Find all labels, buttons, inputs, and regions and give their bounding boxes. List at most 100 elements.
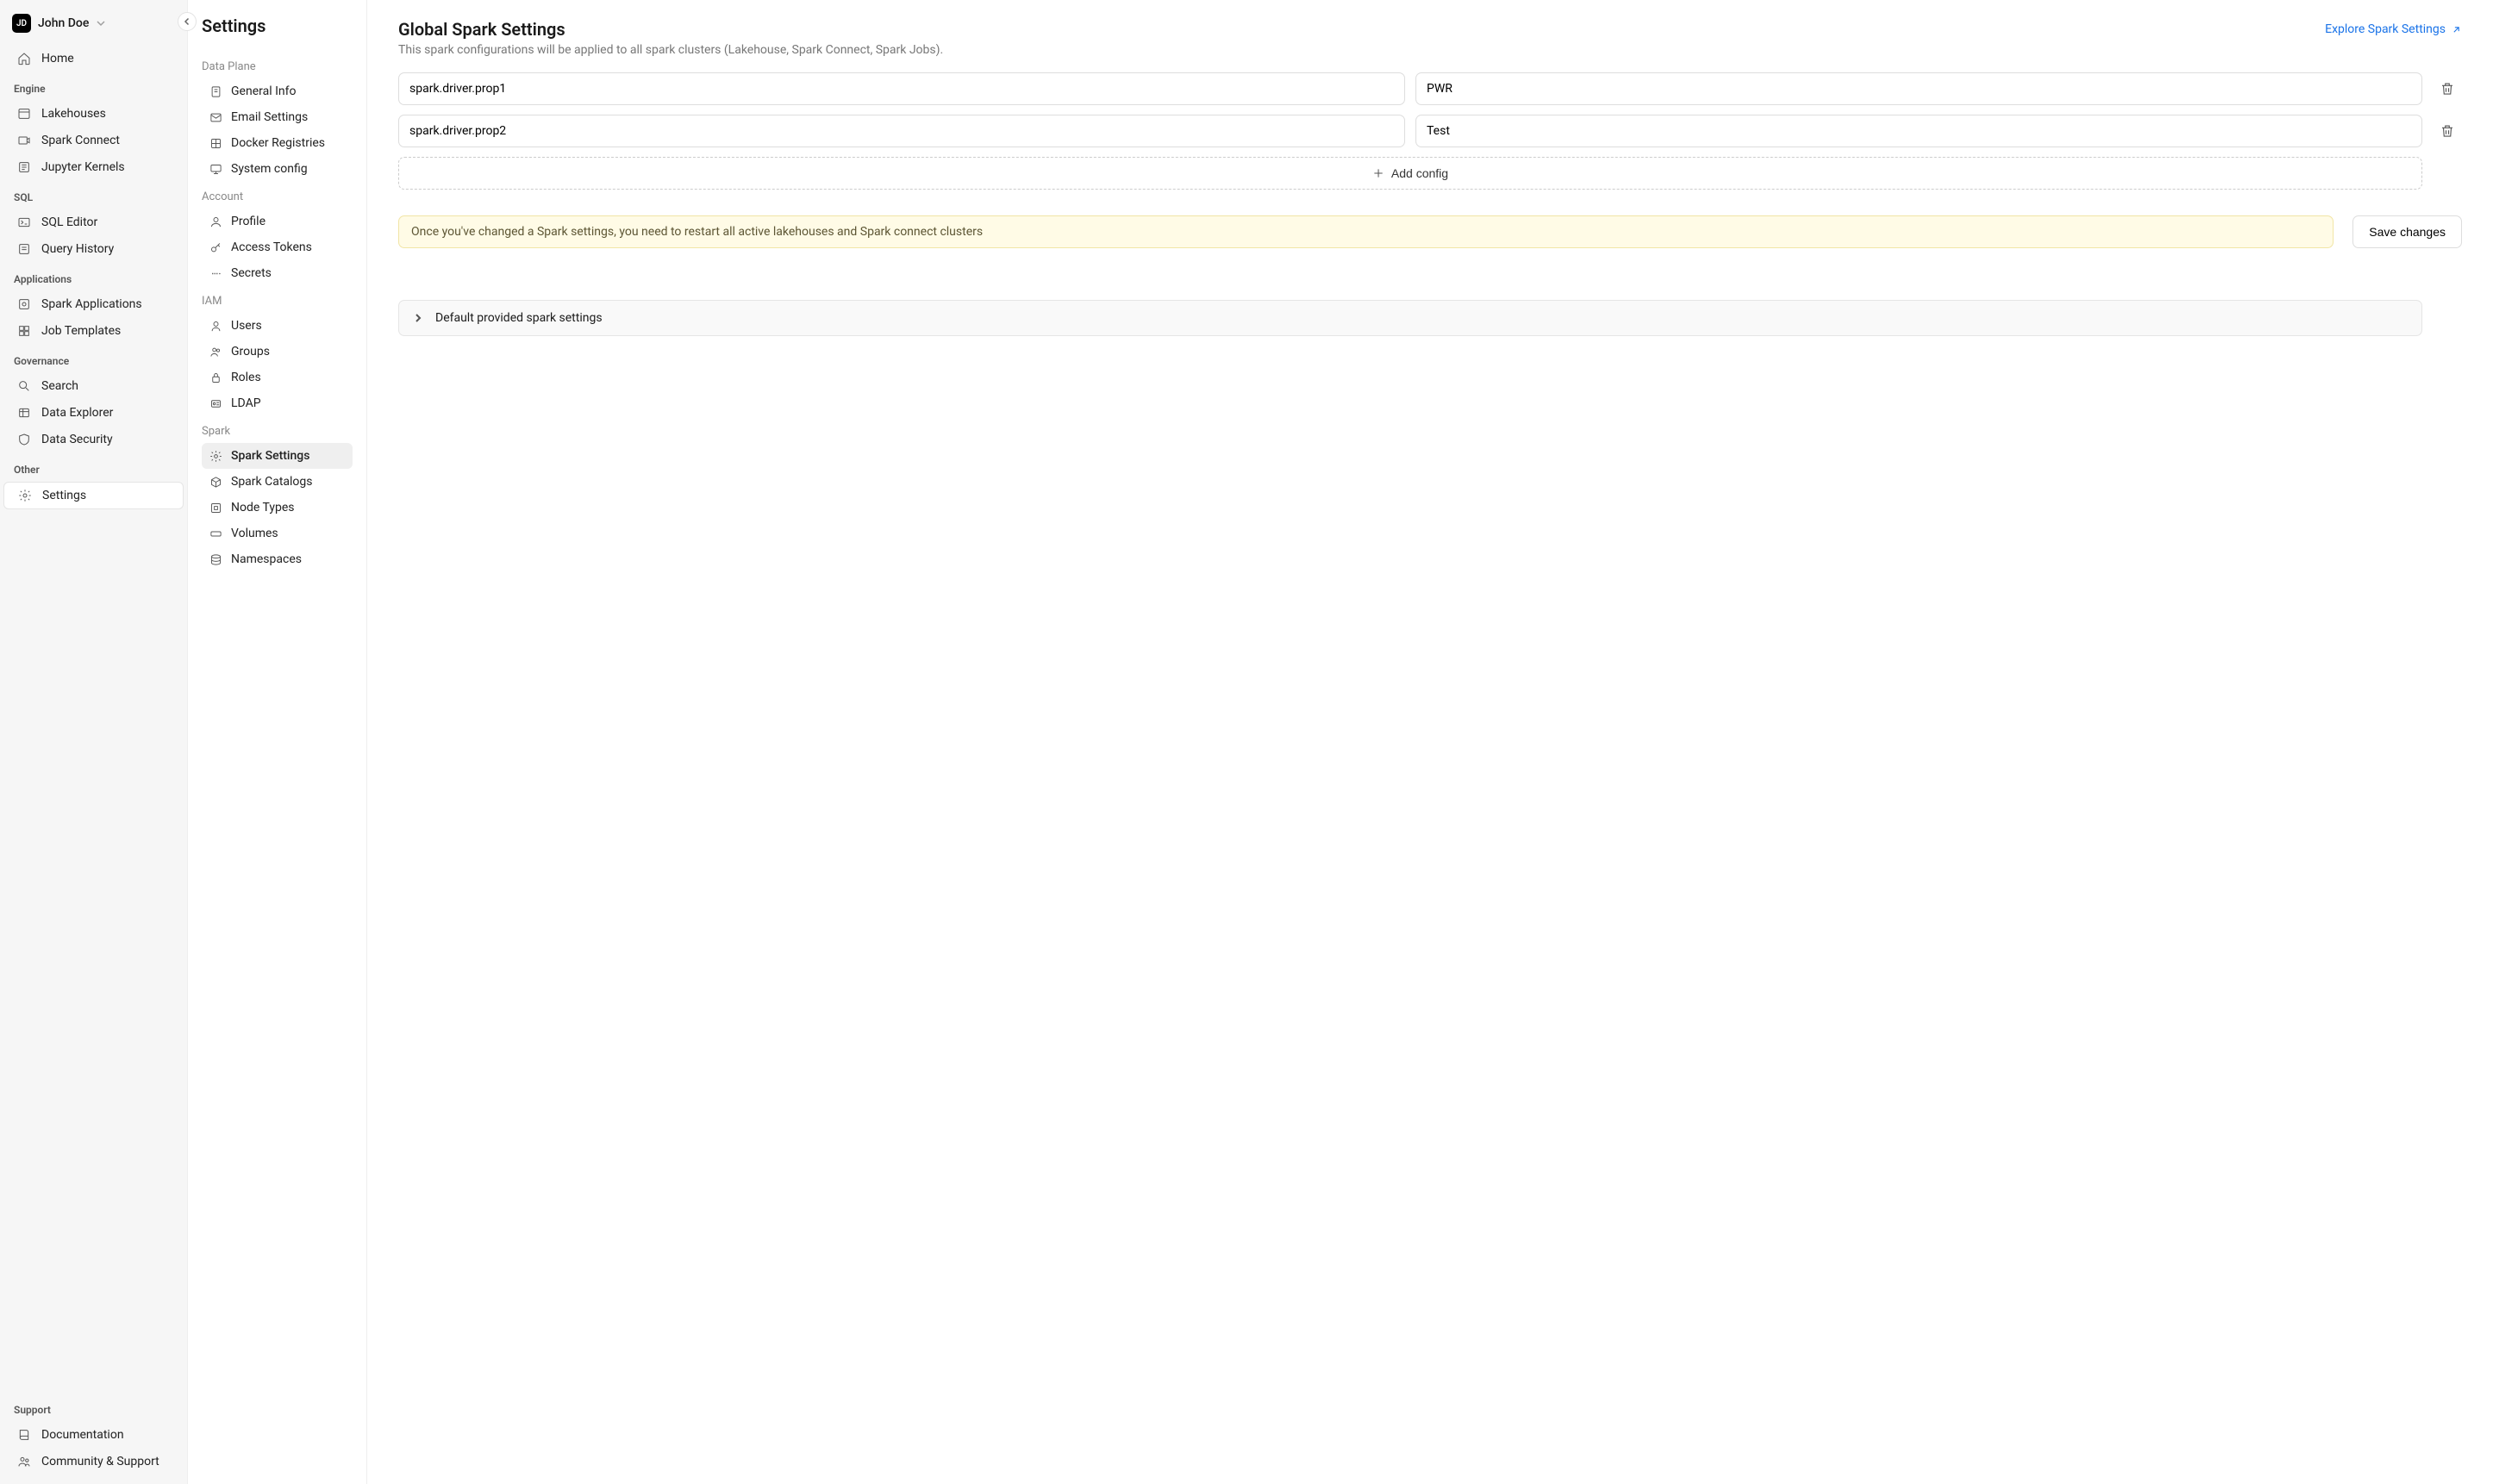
settings-item-label: Groups — [231, 345, 270, 359]
add-config-button[interactable]: Add config — [398, 157, 2422, 190]
templates-icon — [17, 324, 31, 338]
settings-access-tokens[interactable]: Access Tokens — [202, 234, 353, 260]
namespace-icon — [209, 552, 222, 566]
profile-icon — [209, 215, 222, 228]
settings-group-spark: Spark — [202, 416, 353, 443]
nav-section-engine: Engine — [0, 72, 187, 100]
settings-sidebar: Settings Data Plane General Info Email S… — [188, 0, 367, 1484]
settings-general-info[interactable]: General Info — [202, 78, 353, 104]
delete-config-button[interactable] — [2433, 74, 2462, 103]
nav-label: Home — [41, 52, 74, 65]
book-icon — [17, 1428, 31, 1442]
delete-config-button[interactable] — [2433, 116, 2462, 146]
nav-section-applications: Applications — [0, 263, 187, 290]
settings-roles[interactable]: Roles — [202, 365, 353, 390]
chevron-right-icon — [413, 313, 423, 323]
chevron-left-icon — [183, 17, 191, 26]
settings-item-label: Users — [231, 319, 262, 333]
settings-system-config[interactable]: System config — [202, 156, 353, 182]
nav-home[interactable]: Home — [3, 46, 184, 72]
nav-community[interactable]: Community & Support — [3, 1449, 184, 1475]
settings-item-label: Docker Registries — [231, 136, 325, 150]
trash-icon — [2440, 81, 2455, 97]
settings-node-types[interactable]: Node Types — [202, 495, 353, 521]
lakehouse-icon — [17, 107, 31, 121]
user-avatar: JD — [12, 14, 31, 33]
default-spark-settings-expandable[interactable]: Default provided spark settings — [398, 300, 2422, 336]
settings-ldap[interactable]: LDAP — [202, 390, 353, 416]
nav-search[interactable]: Search — [3, 373, 184, 399]
nav-label: Settings — [42, 489, 86, 502]
catalog-icon — [209, 475, 222, 489]
nav-sql-editor[interactable]: SQL Editor — [3, 209, 184, 235]
config-value-input[interactable] — [1415, 115, 2422, 147]
spark-connect-icon — [17, 134, 31, 147]
settings-spark-catalogs[interactable]: Spark Catalogs — [202, 469, 353, 495]
gear-icon — [209, 449, 222, 463]
nav-spark-connect[interactable]: Spark Connect — [3, 128, 184, 153]
nav-label: Lakehouses — [41, 107, 106, 121]
settings-email[interactable]: Email Settings — [202, 104, 353, 130]
shield-icon — [17, 433, 31, 446]
explore-link-label: Explore Spark Settings — [2325, 22, 2446, 36]
nav-documentation[interactable]: Documentation — [3, 1422, 184, 1448]
plus-icon — [1372, 167, 1384, 179]
home-icon — [17, 52, 31, 65]
user-icon — [209, 319, 222, 333]
settings-groups[interactable]: Groups — [202, 339, 353, 365]
settings-title: Settings — [202, 16, 353, 36]
settings-docker[interactable]: Docker Registries — [202, 130, 353, 156]
config-key-input[interactable] — [398, 115, 1405, 147]
nav-label: Query History — [41, 242, 114, 256]
settings-namespaces[interactable]: Namespaces — [202, 546, 353, 572]
settings-item-label: Namespaces — [231, 552, 302, 566]
node-icon — [209, 501, 222, 514]
nav-section-other: Other — [0, 453, 187, 481]
collapse-sidebar-button[interactable] — [178, 12, 197, 31]
primary-sidebar: JD John Doe Home Engine Lakehouses Spark… — [0, 0, 188, 1484]
settings-item-label: System config — [231, 162, 308, 176]
nav-label: Data Security — [41, 433, 113, 446]
nav-lakehouses[interactable]: Lakehouses — [3, 101, 184, 127]
settings-item-label: Spark Catalogs — [231, 475, 313, 489]
settings-volumes[interactable]: Volumes — [202, 521, 353, 546]
save-changes-button[interactable]: Save changes — [2352, 215, 2462, 248]
nav-label: Job Templates — [41, 324, 121, 338]
info-icon — [209, 84, 222, 98]
page-subtitle: This spark configurations will be applie… — [398, 43, 943, 57]
docker-icon — [209, 136, 222, 150]
page-title: Global Spark Settings — [398, 19, 943, 40]
settings-spark-settings[interactable]: Spark Settings — [202, 443, 353, 469]
chevron-down-icon — [96, 18, 106, 28]
mail-icon — [209, 110, 222, 124]
nav-section-governance: Governance — [0, 345, 187, 372]
settings-users[interactable]: Users — [202, 313, 353, 339]
expandable-label: Default provided spark settings — [435, 311, 603, 325]
config-key-input[interactable] — [398, 72, 1405, 105]
nav-job-templates[interactable]: Job Templates — [3, 318, 184, 344]
nav-jupyter-kernels[interactable]: Jupyter Kernels — [3, 154, 184, 180]
settings-item-label: Roles — [231, 371, 261, 384]
config-row — [398, 72, 2462, 105]
nav-data-explorer[interactable]: Data Explorer — [3, 400, 184, 426]
explorer-icon — [17, 406, 31, 420]
config-value-input[interactable] — [1415, 72, 2422, 105]
settings-secrets[interactable]: Secrets — [202, 260, 353, 286]
settings-profile[interactable]: Profile — [202, 209, 353, 234]
settings-item-label: Secrets — [231, 266, 272, 280]
explore-spark-settings-link[interactable]: Explore Spark Settings — [2325, 19, 2462, 36]
nav-settings[interactable]: Settings — [3, 482, 184, 509]
settings-item-label: General Info — [231, 84, 296, 98]
community-icon — [17, 1455, 31, 1468]
nav-section-sql: SQL — [0, 181, 187, 209]
gear-icon — [18, 489, 32, 502]
applications-icon — [17, 297, 31, 311]
nav-label: Jupyter Kernels — [41, 160, 125, 174]
user-menu[interactable]: JD John Doe — [0, 9, 187, 45]
config-row — [398, 115, 2462, 147]
nav-data-security[interactable]: Data Security — [3, 427, 184, 452]
nav-spark-applications[interactable]: Spark Applications — [3, 291, 184, 317]
nav-query-history[interactable]: Query History — [3, 236, 184, 262]
nav-label: Data Explorer — [41, 406, 113, 420]
restart-warning-banner: Once you've changed a Spark settings, yo… — [398, 215, 2334, 248]
